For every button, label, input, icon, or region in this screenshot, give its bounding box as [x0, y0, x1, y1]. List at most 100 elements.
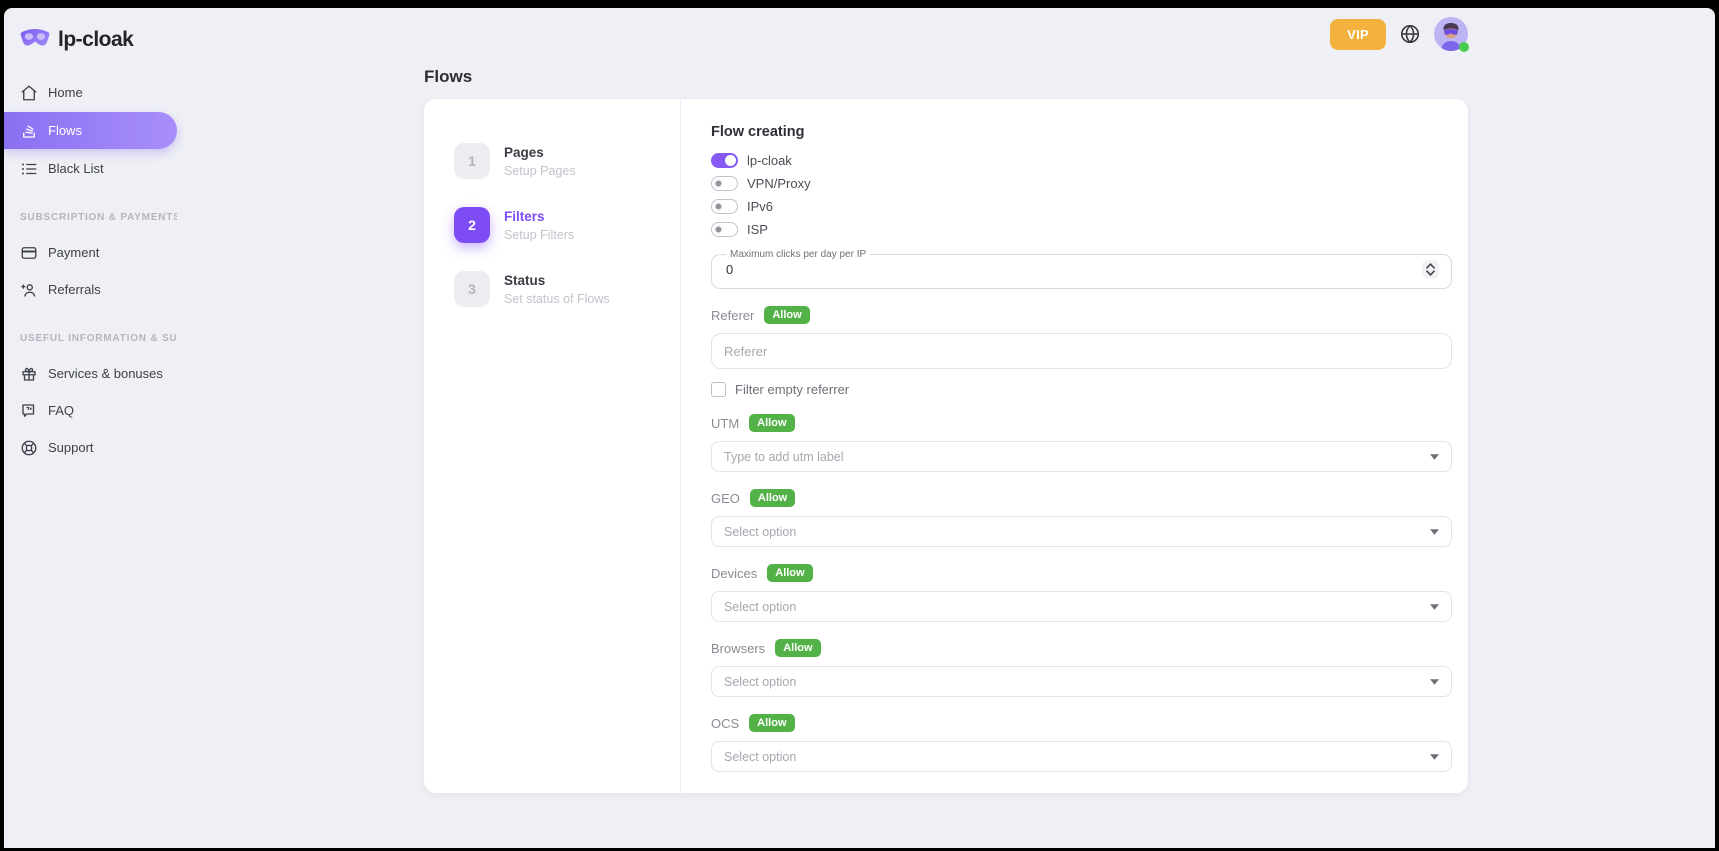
filter-empty-referrer-row[interactable]: Filter empty referrer	[711, 382, 1452, 397]
devices-label-row: Devices Allow	[711, 564, 1452, 582]
browsers-placeholder: Select option	[724, 675, 796, 689]
geo-placeholder: Select option	[724, 525, 796, 539]
sidebar-section-subscription: SUBSCRIPTION & PAYMENTS	[4, 188, 177, 233]
devices-select[interactable]: Select option	[711, 591, 1452, 622]
ipv6-toggle[interactable]	[711, 199, 738, 214]
sidebar-item-home[interactable]: Home	[4, 75, 177, 110]
online-status-dot	[1459, 42, 1469, 52]
geo-select[interactable]: Select option	[711, 516, 1452, 547]
toggle-label: IPv6	[747, 199, 773, 214]
utm-label-row: UTM Allow	[711, 414, 1452, 432]
lifebuoy-icon	[20, 439, 38, 457]
topbar: VIP	[424, 8, 1468, 54]
home-icon	[20, 84, 38, 102]
ocs-allow-badge[interactable]: Allow	[749, 714, 794, 732]
chevron-down-icon	[1430, 679, 1439, 685]
list-icon	[20, 160, 38, 178]
toggle-label: ISP	[747, 222, 768, 237]
step-title: Filters	[504, 207, 574, 224]
sidebar-item-services-bonuses[interactable]: Services & bonuses	[4, 356, 177, 391]
sidebar-item-label: Home	[48, 85, 83, 100]
lp-cloak-toggle[interactable]	[711, 153, 738, 168]
ocs-select[interactable]: Select option	[711, 741, 1452, 772]
sidebar-item-black-list[interactable]: Black List	[4, 151, 177, 186]
page-title: Flows	[424, 67, 1468, 87]
sidebar-item-label: Services & bonuses	[48, 366, 163, 381]
sidebar-item-label: Flows	[48, 123, 82, 138]
sidebar-item-support[interactable]: Support	[4, 430, 177, 465]
geo-label: GEO	[711, 491, 740, 506]
checkbox-label: Filter empty referrer	[735, 382, 849, 397]
sidebar-item-label: Payment	[48, 245, 99, 260]
ocs-placeholder: Select option	[724, 750, 796, 764]
referer-label-row: Referer Allow	[711, 306, 1452, 324]
devices-placeholder: Select option	[724, 600, 796, 614]
geo-allow-badge[interactable]: Allow	[750, 489, 795, 507]
sidebar-item-faq[interactable]: FAQ	[4, 393, 177, 428]
credit-card-icon	[20, 244, 38, 262]
mask-icon	[20, 26, 50, 53]
browsers-allow-badge[interactable]: Allow	[775, 639, 820, 657]
form-title: Flow creating	[711, 124, 1452, 140]
toggle-row-isp: ISP	[711, 222, 1452, 237]
sidebar-item-label: Support	[48, 440, 94, 455]
max-clicks-input[interactable]	[724, 261, 924, 278]
filter-empty-referrer-checkbox[interactable]	[711, 382, 726, 397]
toggle-row-vpn-proxy: VPN/Proxy	[711, 176, 1452, 191]
referral-user-icon	[20, 281, 38, 299]
utm-label: UTM	[711, 416, 739, 431]
referer-input[interactable]	[711, 333, 1452, 369]
avatar[interactable]	[1434, 17, 1468, 51]
browsers-select[interactable]: Select option	[711, 666, 1452, 697]
sidebar-item-flows[interactable]: Flows	[4, 112, 177, 149]
sidebar-item-payment[interactable]: Payment	[4, 235, 177, 270]
chevron-down-icon	[1430, 604, 1439, 610]
toggle-row-ipv6: IPv6	[711, 199, 1452, 214]
flow-creating-form: Flow creating lp-cloak VPN/Proxy IPv6	[681, 99, 1468, 793]
max-clicks-field: Maximum clicks per day per IP	[711, 249, 1452, 289]
ocs-label: OCS	[711, 716, 739, 731]
main-area: VIP Flows	[177, 8, 1715, 848]
sidebar-item-label: Referrals	[48, 282, 101, 297]
referer-label: Referer	[711, 308, 754, 323]
toggle-label: VPN/Proxy	[747, 176, 811, 191]
step-title: Status	[504, 271, 610, 288]
step-title: Pages	[504, 143, 576, 160]
geo-label-row: GEO Allow	[711, 489, 1452, 507]
flows-stack-icon	[20, 122, 38, 140]
sidebar-section-useful: USEFUL INFORMATION & SUPPORT	[4, 309, 177, 354]
faq-bubble-icon	[20, 402, 38, 420]
vpn-proxy-toggle[interactable]	[711, 176, 738, 191]
sidebar-item-label: FAQ	[48, 403, 74, 418]
brand-logo: lp-cloak	[4, 20, 177, 73]
vip-button[interactable]: VIP	[1330, 19, 1386, 50]
brand-name: lp-cloak	[58, 28, 133, 52]
ocs-label-row: OCS Allow	[711, 714, 1452, 732]
utm-combobox[interactable]: Type to add utm label	[711, 441, 1452, 472]
devices-label: Devices	[711, 566, 757, 581]
number-stepper-icon[interactable]	[1422, 260, 1439, 279]
browsers-label: Browsers	[711, 641, 765, 656]
step-pages[interactable]: 1 Pages Setup Pages	[454, 143, 680, 179]
chevron-down-icon	[1430, 754, 1439, 760]
chevron-down-icon	[1430, 454, 1439, 460]
max-clicks-label: Maximum clicks per day per IP	[726, 249, 870, 260]
step-filters[interactable]: 2 Filters Setup Filters	[454, 207, 680, 243]
step-number: 3	[454, 271, 490, 307]
referer-allow-badge[interactable]: Allow	[764, 306, 809, 324]
sidebar-item-label: Black List	[48, 161, 104, 176]
step-subtitle: Setup Filters	[504, 228, 574, 242]
devices-allow-badge[interactable]: Allow	[767, 564, 812, 582]
flow-card: 1 Pages Setup Pages 2 Filters Setup Filt…	[424, 99, 1468, 793]
app-window: lp-cloak Home Flows Black List SUBSCRIPT…	[4, 8, 1715, 848]
isp-toggle[interactable]	[711, 222, 738, 237]
toggle-label: lp-cloak	[747, 153, 792, 168]
sidebar-item-referrals[interactable]: Referrals	[4, 272, 177, 307]
globe-icon[interactable]	[1399, 23, 1421, 45]
step-subtitle: Setup Pages	[504, 164, 576, 178]
utm-allow-badge[interactable]: Allow	[749, 414, 794, 432]
step-status[interactable]: 3 Status Set status of Flows	[454, 271, 680, 307]
utm-placeholder: Type to add utm label	[724, 450, 844, 464]
chevron-down-icon	[1430, 529, 1439, 535]
step-number: 2	[454, 207, 490, 243]
